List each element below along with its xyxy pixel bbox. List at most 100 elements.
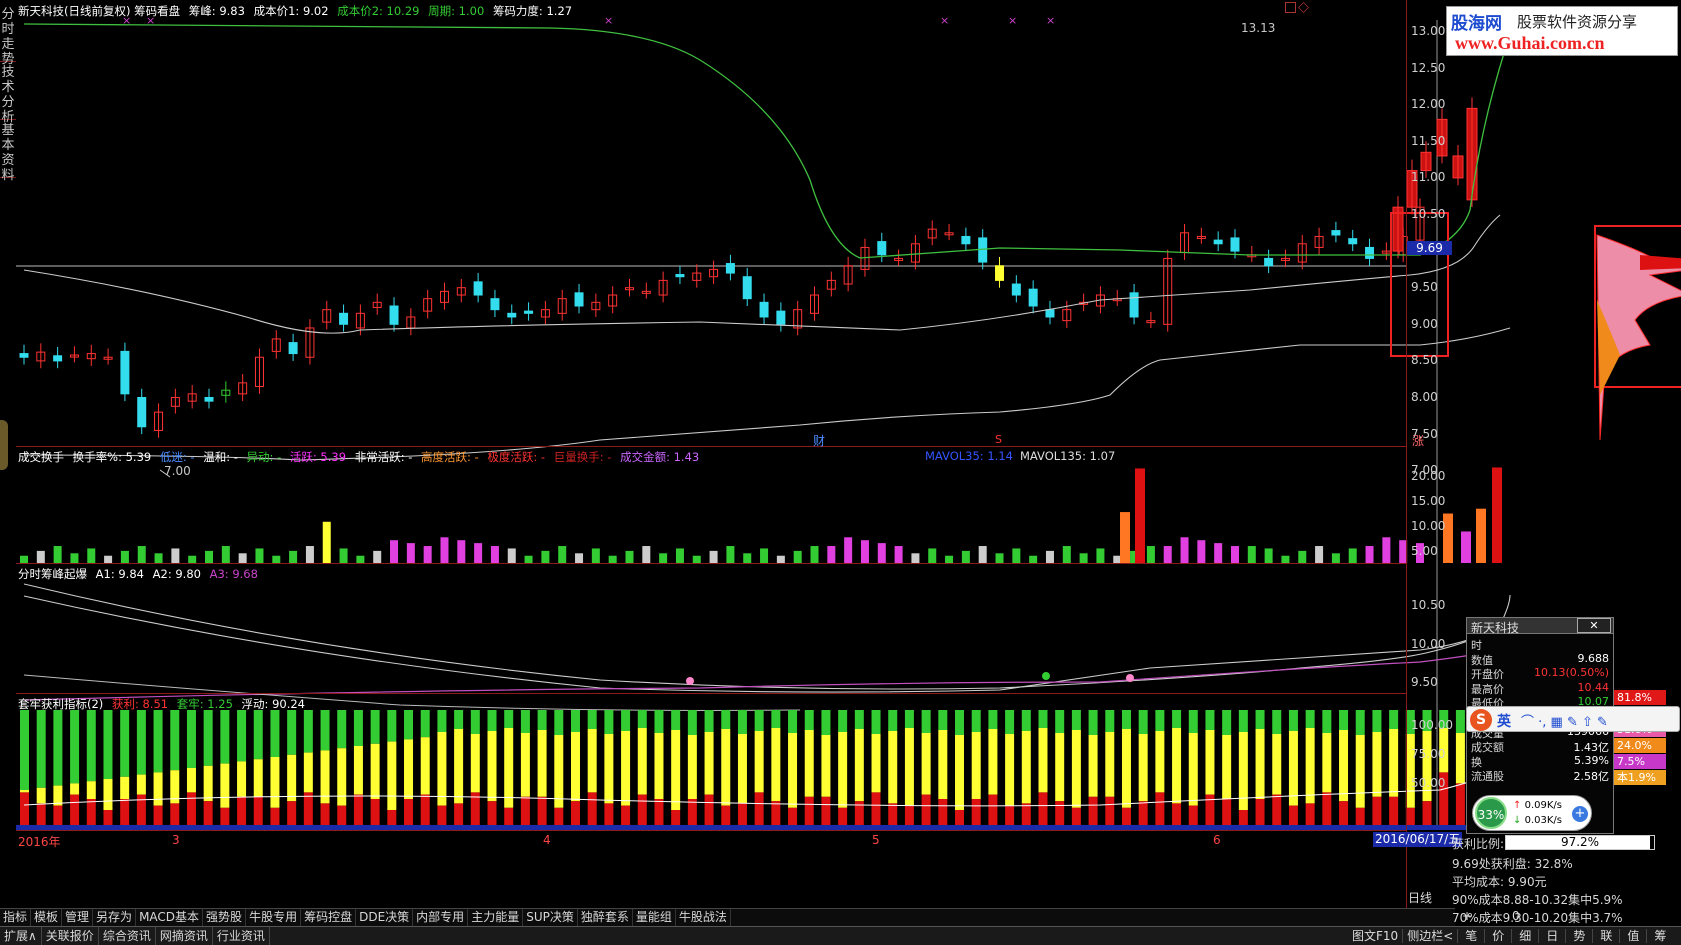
float-bar — [570, 732, 580, 802]
volume-bar — [1264, 548, 1273, 563]
toolbar-chip[interactable]: 筹码控盘 — [301, 909, 357, 926]
indicator-title: 分时筹峰起爆 — [18, 567, 87, 581]
trap-bar — [1355, 710, 1365, 735]
status-link[interactable]: 联 — [1593, 929, 1621, 943]
indicator-signal — [686, 677, 694, 685]
event-marker-rise[interactable]: 涨 — [1412, 432, 1424, 449]
volume-bar — [137, 546, 146, 563]
trap-bar — [103, 710, 113, 779]
vol-very-active: 非常活跃: - — [354, 450, 413, 464]
status-tick[interactable]: 笔 — [1458, 929, 1486, 943]
top-marker: × — [604, 14, 613, 27]
popup-row: 数值 9.688 — [1471, 652, 1611, 668]
float-bar — [921, 733, 931, 795]
profit-bar — [70, 794, 80, 830]
volume-bar — [591, 548, 600, 563]
trap-bar — [854, 710, 864, 729]
popup-row-label: 换 — [1471, 755, 1482, 769]
candle-body — [574, 292, 584, 307]
status-chip[interactable]: 筹 — [1647, 929, 1673, 943]
trap-bar — [303, 710, 313, 753]
indicator-a1: A1: 9.84 — [95, 567, 144, 581]
status-detail[interactable]: 细 — [1512, 929, 1540, 943]
status-digest[interactable]: 网摘资讯 — [156, 927, 213, 945]
status-expand[interactable]: 扩展∧ — [0, 927, 42, 945]
trap-bar — [1389, 710, 1399, 729]
toolbar-template[interactable]: 模板 — [31, 909, 63, 926]
trap-bar — [86, 710, 96, 782]
status-price[interactable]: 价 — [1485, 929, 1513, 943]
float-bar — [220, 763, 230, 808]
status-industry[interactable]: 行业资讯 — [213, 927, 270, 945]
toolbar-sup[interactable]: SUP决策 — [523, 909, 578, 926]
float-bar — [470, 734, 480, 793]
date-month-3: 3 — [172, 833, 180, 847]
toolbar-dde[interactable]: DDE决策 — [356, 909, 414, 926]
trap-bar — [253, 710, 263, 760]
main-title: 新天科技(日线前复权) 筹码看盘 — [18, 4, 181, 18]
float-bar — [1055, 733, 1065, 802]
popup-close-button[interactable]: ✕ — [1577, 618, 1611, 633]
volume-axis-tick: 15.00 — [1411, 494, 1446, 508]
toolbar-indicator[interactable]: 指标 — [0, 909, 32, 926]
indicator-axis-tick: 10.00 — [1411, 637, 1446, 651]
candle-body — [490, 298, 500, 311]
toolbar-internal[interactable]: 内部专用 — [413, 909, 469, 926]
date-cursor-label: 2016/06/17/五 — [1373, 832, 1463, 847]
high-price-label: 13.13 — [1241, 21, 1276, 35]
event-marker-finance[interactable]: 财 — [813, 432, 825, 449]
status-trend[interactable]: 势 — [1566, 929, 1594, 943]
float-bar — [1305, 728, 1315, 804]
status-news[interactable]: 综合资讯 — [99, 927, 156, 945]
status-day[interactable]: 日 — [1539, 929, 1567, 943]
ime-toolbar[interactable]: S 英 ⌒ ·, ▦ ✎ ⇧ ✎ — [1466, 706, 1680, 732]
toolbar-bull[interactable]: 牛股专用 — [246, 909, 302, 926]
float-bar — [737, 734, 747, 804]
low-price-label: 7.00 — [164, 464, 191, 478]
status-quotes[interactable]: 关联报价 — [42, 927, 99, 945]
popup-row-label: 最高价 — [1471, 682, 1504, 696]
volume-bar — [373, 550, 382, 563]
toolbar-duzui[interactable]: 独醉套系 — [578, 909, 633, 926]
maximize-icon[interactable] — [1285, 2, 1296, 13]
toolbar-strong[interactable]: 强势股 — [203, 909, 247, 926]
float-bar — [270, 757, 280, 808]
event-marker-s[interactable]: S — [995, 433, 1002, 446]
toolbar-bull-tactics[interactable]: 牛股战法 — [676, 909, 731, 926]
toolbar-save-as[interactable]: 另存为 — [93, 909, 137, 926]
status-value[interactable]: 值 — [1620, 929, 1648, 943]
trap-bar — [1071, 710, 1081, 730]
toolbar-macd[interactable]: MACD基本 — [136, 909, 204, 926]
volume-bar — [255, 548, 264, 563]
volume-bar — [793, 550, 802, 563]
status-sidebar[interactable]: 侧边栏< — [1403, 929, 1459, 943]
header-cost2: 成本价2: 10.29 — [337, 4, 420, 18]
period-selector[interactable]: 日线 — [1408, 889, 1432, 906]
float-bar — [320, 750, 330, 804]
volume-bar — [339, 548, 348, 563]
toolbar-manage[interactable]: 管理 — [62, 909, 94, 926]
profit-bar — [988, 794, 998, 830]
network-plus-icon[interactable]: + — [1572, 806, 1588, 822]
ime-lang-toggle[interactable]: 英 — [1497, 711, 1511, 731]
status-f10[interactable]: 图文F10 — [1348, 929, 1404, 943]
candle-body — [1045, 309, 1055, 318]
float-bar — [854, 729, 864, 802]
volume-bar — [1163, 546, 1172, 563]
profit-bar — [1322, 792, 1332, 830]
volume-bar — [390, 540, 399, 563]
volume-bar — [356, 555, 365, 563]
float-bar — [1172, 728, 1182, 804]
toolbar-volume-group[interactable]: 量能组 — [633, 909, 676, 926]
float-bar — [721, 729, 731, 806]
trap-bar — [804, 710, 814, 730]
volume-bar — [776, 555, 785, 563]
watermark-tagline: 股票软件资源分享 — [1517, 13, 1638, 31]
float-bar — [186, 768, 196, 793]
volume-bar — [104, 555, 113, 563]
volume-bar — [659, 553, 668, 563]
ime-settings-icons[interactable]: ⌒ ·, ▦ ✎ ⇧ ✎ — [1521, 711, 1608, 730]
network-up: ↑ 0.09K/s — [1513, 800, 1562, 811]
toolbar-main-energy[interactable]: 主力能量 — [468, 909, 524, 926]
network-monitor[interactable]: 33% ↑ 0.09K/s ↓ 0.03K/s + — [1472, 795, 1592, 831]
